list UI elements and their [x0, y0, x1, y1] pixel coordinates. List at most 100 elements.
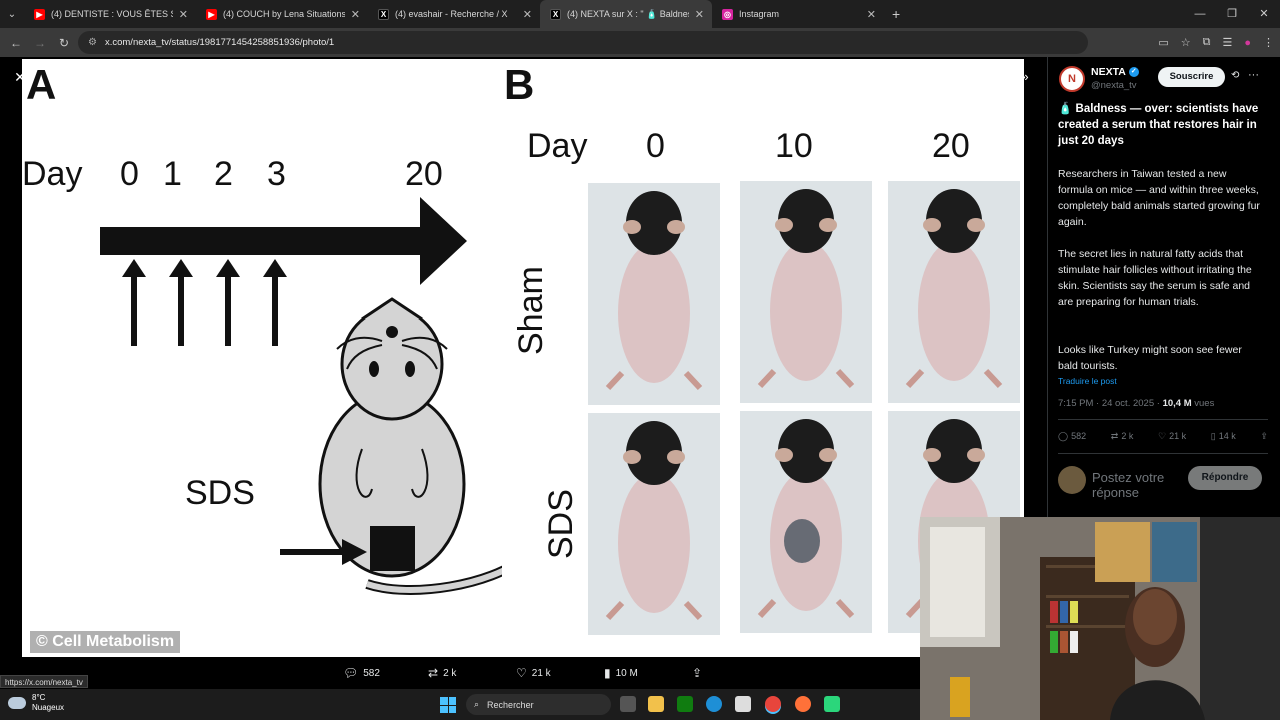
tweet-photo[interactable]: A Day 0 1 2 3 20 SDS B Day 0 10 20 Sham …	[22, 59, 1024, 657]
day-column: 10	[775, 127, 813, 165]
back-icon[interactable]: ←	[4, 36, 28, 50]
timeline-arrow-diagram	[100, 197, 502, 595]
webcam-overlay	[920, 517, 1280, 720]
day-column: 0	[646, 127, 665, 165]
close-window-icon[interactable]: ✕	[1248, 0, 1280, 28]
share-icon[interactable]: ⇪	[1260, 431, 1268, 442]
weather-widget[interactable]: 8°C Nuageux	[8, 693, 64, 713]
cast-icon[interactable]: ▭	[1158, 36, 1168, 49]
reply-button[interactable]: Répondre	[1188, 466, 1262, 490]
close-tab-icon[interactable]: ✕	[695, 8, 704, 21]
close-media-icon[interactable]: ✕	[10, 67, 30, 87]
x-logo-icon: X	[550, 8, 561, 20]
views-count: 10 M	[615, 667, 638, 679]
taskbar-search[interactable]: ⌕ Rechercher	[466, 694, 611, 715]
views-word: vues	[1191, 398, 1215, 409]
like-count: 21 k	[531, 667, 551, 679]
bookmark-icon: ▯	[1210, 431, 1216, 441]
close-tab-icon[interactable]: ✕	[523, 8, 532, 21]
reply-stat[interactable]: ◯ 582	[1058, 431, 1086, 442]
reply-action[interactable]: 💬︎ 582	[343, 666, 380, 680]
weather-text: 8°C Nuageux	[32, 693, 64, 713]
author-handle[interactable]: @nexta_tv	[1091, 80, 1137, 91]
app-icon[interactable]	[824, 696, 840, 712]
day-label-b: Day	[527, 127, 588, 165]
store-icon[interactable]	[735, 696, 751, 712]
more-options-icon[interactable]: ···	[1248, 69, 1259, 81]
repost-stat[interactable]: ⇄ 2 k	[1111, 431, 1134, 442]
bookmark-star-icon[interactable]: ☆	[1181, 36, 1191, 49]
profile-icon[interactable]: ●	[1244, 37, 1251, 49]
heart-icon: ♡	[516, 666, 527, 680]
tab-0[interactable]: ▶ (4) DENTISTE : VOUS ÊTES SALE ✕	[24, 0, 196, 28]
address-bar[interactable]: ⚙ x.com/nexta_tv/status/1981771454258851…	[78, 31, 1088, 54]
tab-title: Instagram	[739, 9, 780, 19]
author-name[interactable]: NEXTA ✓	[1091, 66, 1139, 78]
cloud-icon	[8, 697, 26, 709]
new-tab-button[interactable]: +	[892, 6, 900, 22]
extensions-icon[interactable]: ⧉	[1203, 36, 1211, 49]
minimize-icon[interactable]: —	[1184, 0, 1216, 28]
firefox-icon[interactable]	[795, 696, 811, 712]
user-avatar[interactable]	[1058, 466, 1086, 494]
tweet-paragraph: Looks like Turkey might soon see fewer b…	[1058, 344, 1242, 372]
reload-icon[interactable]: ↻	[52, 36, 76, 50]
tab-3[interactable]: X (4) NEXTA sur X : " 🧴 Baldness ✕	[540, 0, 712, 28]
mouse-silhouette	[740, 181, 872, 403]
mouse-silhouette	[588, 183, 720, 405]
close-tab-icon[interactable]: ✕	[867, 8, 876, 21]
subscribe-button[interactable]: Souscrire	[1158, 67, 1225, 87]
bookmark-stat-count: 14 k	[1218, 431, 1236, 441]
repost-action[interactable]: ⇄ 2 k	[428, 666, 456, 680]
mouse-photo-sds-day10	[740, 411, 872, 633]
translate-link[interactable]: Traduire le post	[1058, 376, 1117, 386]
share-action[interactable]: ⇪	[692, 666, 707, 680]
bookmark-stat[interactable]: ▯ 14 k	[1211, 431, 1236, 442]
tab-search-button[interactable]: ⌄	[0, 0, 24, 28]
tab-2[interactable]: X (4) evashair - Recherche / X ✕	[368, 0, 540, 28]
repost-count: 2 k	[443, 667, 457, 679]
tweet-paragraph: Researchers in Taiwan tested a new formu…	[1058, 168, 1260, 228]
views-action[interactable]: ▮ 10 M	[604, 666, 638, 680]
window-controls: — ❐ ✕	[1184, 0, 1280, 28]
edge-icon[interactable]	[706, 696, 722, 712]
like-action[interactable]: ♡ 21 k	[516, 666, 551, 680]
media-viewer: A Day 0 1 2 3 20 SDS B Day 0 10 20 Sham …	[0, 57, 1047, 689]
tweet-stats: ◯ 582 ⇄ 2 k ♡ 21 k ▯ 14 k ⇪	[1058, 431, 1268, 442]
tab-title: (4) evashair - Recherche / X	[395, 9, 508, 19]
grok-icon[interactable]: ⟲	[1231, 70, 1239, 81]
menu-icon[interactable]: ⋮	[1263, 36, 1274, 49]
like-stat[interactable]: ♡ 21 k	[1158, 431, 1186, 442]
xbox-icon[interactable]	[677, 696, 693, 712]
forward-icon[interactable]: →	[28, 36, 52, 50]
repost-stat-count: 2 k	[1121, 431, 1134, 441]
author-name-text: NEXTA	[1091, 66, 1126, 78]
windows-start-icon[interactable]	[440, 697, 456, 713]
close-tab-icon[interactable]: ✕	[179, 8, 188, 21]
youtube-icon: ▶	[34, 8, 45, 20]
tab-title: (4) DENTISTE : VOUS ÊTES SALE	[51, 9, 173, 19]
tab-4[interactable]: ◎ Instagram ✕	[712, 0, 884, 28]
avatar[interactable]: N	[1059, 66, 1085, 92]
site-info-icon[interactable]: ⚙	[88, 37, 97, 48]
webcam-scene	[920, 517, 1280, 720]
tweet-headline: 🧴 Baldness — over: scientists have creat…	[1058, 103, 1259, 147]
close-tab-icon[interactable]: ✕	[351, 8, 360, 21]
comment-icon: ◯	[1058, 431, 1069, 441]
tab-1[interactable]: ▶ (4) COUCH by Lena Situations ✕	[196, 0, 368, 28]
repost-icon: ⇄	[428, 666, 439, 680]
reply-count: 582	[363, 667, 380, 679]
task-view-icon[interactable]	[620, 696, 636, 712]
restore-icon[interactable]: ❐	[1216, 0, 1248, 28]
file-explorer-icon[interactable]	[648, 696, 664, 712]
divider	[1058, 419, 1268, 420]
tweet-timestamp[interactable]: 7:15 PM · 24 oct. 2025 ·	[1058, 398, 1163, 409]
url-text: x.com/nexta_tv/status/198177145425885193…	[104, 37, 335, 48]
expand-sidebar-icon[interactable]: »	[1015, 67, 1035, 87]
reply-input[interactable]: Postez votre réponse	[1092, 470, 1192, 500]
youtube-icon: ▶	[206, 8, 217, 20]
search-placeholder: Rechercher	[487, 699, 534, 710]
reading-list-icon[interactable]: ☰	[1222, 36, 1232, 49]
chrome-icon[interactable]	[765, 696, 781, 712]
like-stat-count: 21 k	[1169, 431, 1187, 441]
